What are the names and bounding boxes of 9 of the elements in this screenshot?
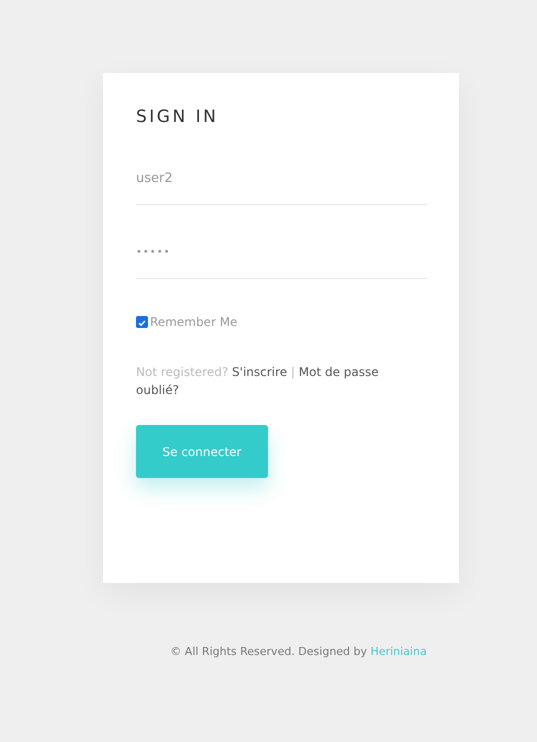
remember-checkbox[interactable] (136, 316, 148, 328)
footer-text: © All Rights Reserved. Designed by Heriniaina (169, 645, 428, 658)
form-title: SIGN IN (136, 107, 220, 127)
designer-link[interactable]: Heriniaina (370, 645, 427, 658)
username-field[interactable]: user2 (136, 163, 427, 205)
remember-label: Remember Me (150, 315, 238, 329)
submit-button[interactable]: Se connecter (136, 425, 268, 478)
register-note: Not registered? S'inscrire | Mot de passe oublié? (136, 364, 380, 399)
password-field[interactable]: ••••• (136, 235, 427, 279)
